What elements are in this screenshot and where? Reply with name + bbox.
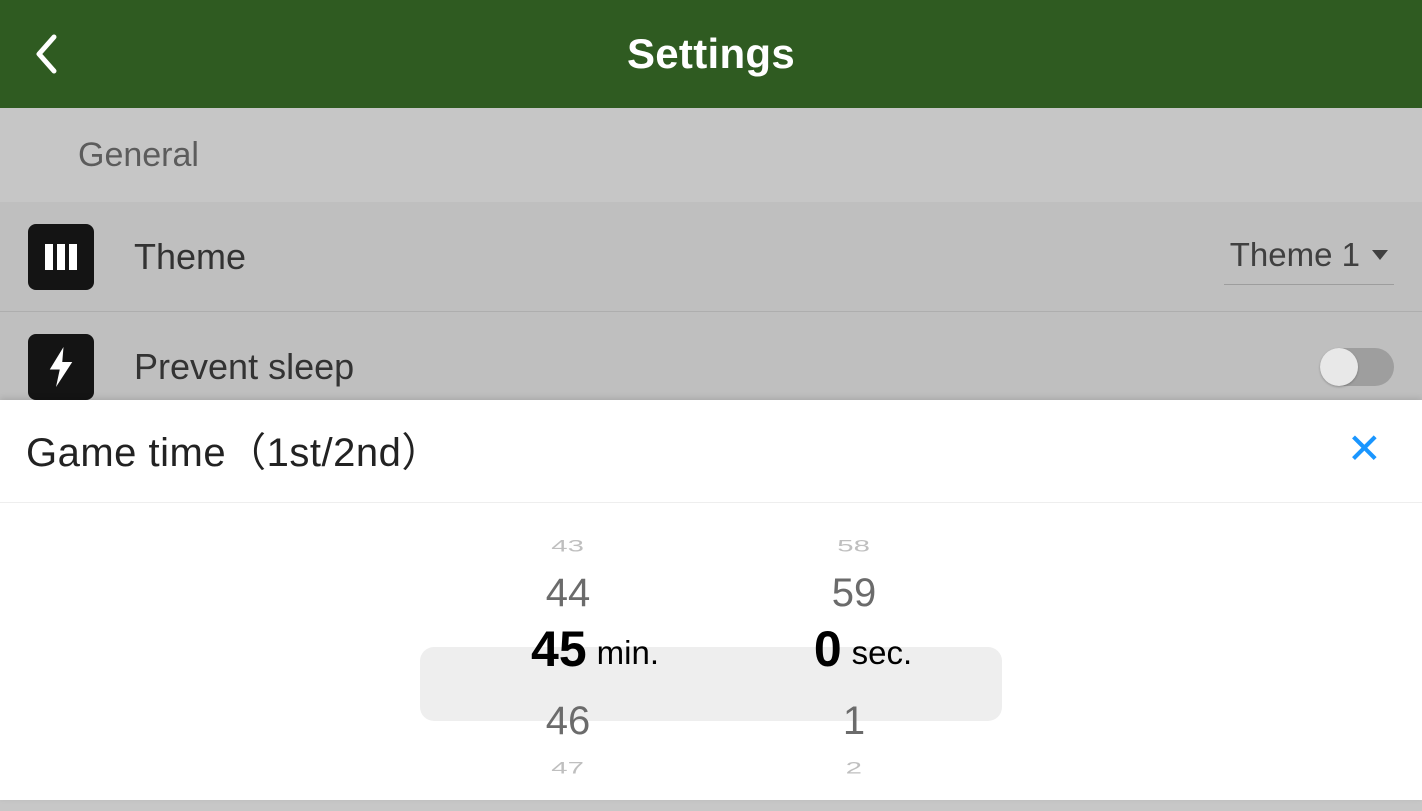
picker-selected-value: 0 (814, 620, 842, 678)
picker-item: 2 (846, 756, 862, 780)
chevron-left-icon (33, 34, 59, 74)
close-button[interactable]: ✕ (1339, 424, 1390, 474)
columns-icon (28, 224, 94, 290)
prevent-sleep-toggle[interactable] (1320, 348, 1394, 386)
picker-item: 43 (552, 534, 585, 558)
picker-item: 46 (546, 694, 591, 748)
picker-item: 59 (832, 566, 877, 620)
settings-row-theme[interactable]: Theme Theme 1 (0, 202, 1422, 312)
section-header-general: General (0, 108, 1422, 202)
duration-picker[interactable]: 43 44 45 min. 46 47 58 59 0 sec. 1 2 (0, 503, 1422, 811)
settings-list: General Theme Theme 1 Prevent sleep (0, 108, 1422, 422)
theme-dropdown[interactable]: Theme 1 (1224, 228, 1394, 285)
back-button[interactable] (24, 32, 68, 76)
picker-item: 47 (552, 756, 585, 780)
row-label: Prevent sleep (134, 346, 1320, 388)
picker-unit-label: sec. (852, 634, 913, 672)
picker-column-minutes[interactable]: 43 44 45 min. 46 47 (433, 526, 703, 788)
caret-down-icon (1372, 250, 1388, 260)
picker-unit-label: min. (597, 634, 659, 672)
sheet-header: Game time（1st/2nd） ✕ (0, 400, 1422, 503)
app-header: Settings (0, 0, 1422, 108)
picker-item: 58 (838, 534, 871, 558)
page-title: Settings (627, 30, 795, 78)
picker-item: 44 (546, 566, 591, 620)
game-time-sheet: Game time（1st/2nd） ✕ 43 44 45 min. 46 47… (0, 400, 1422, 800)
picker-selected-value: 45 (531, 620, 587, 678)
picker-selected-seconds: 0 sec. (796, 620, 912, 694)
toggle-knob (1320, 348, 1358, 386)
picker-item: 1 (843, 694, 865, 748)
sheet-title: Game time（1st/2nd） (26, 420, 442, 478)
picker-selected-minutes: 45 min. (477, 620, 659, 694)
row-label: Theme (134, 236, 1224, 278)
theme-dropdown-value: Theme 1 (1230, 236, 1360, 274)
bolt-icon (28, 334, 94, 400)
picker-column-seconds[interactable]: 58 59 0 sec. 1 2 (719, 526, 989, 788)
